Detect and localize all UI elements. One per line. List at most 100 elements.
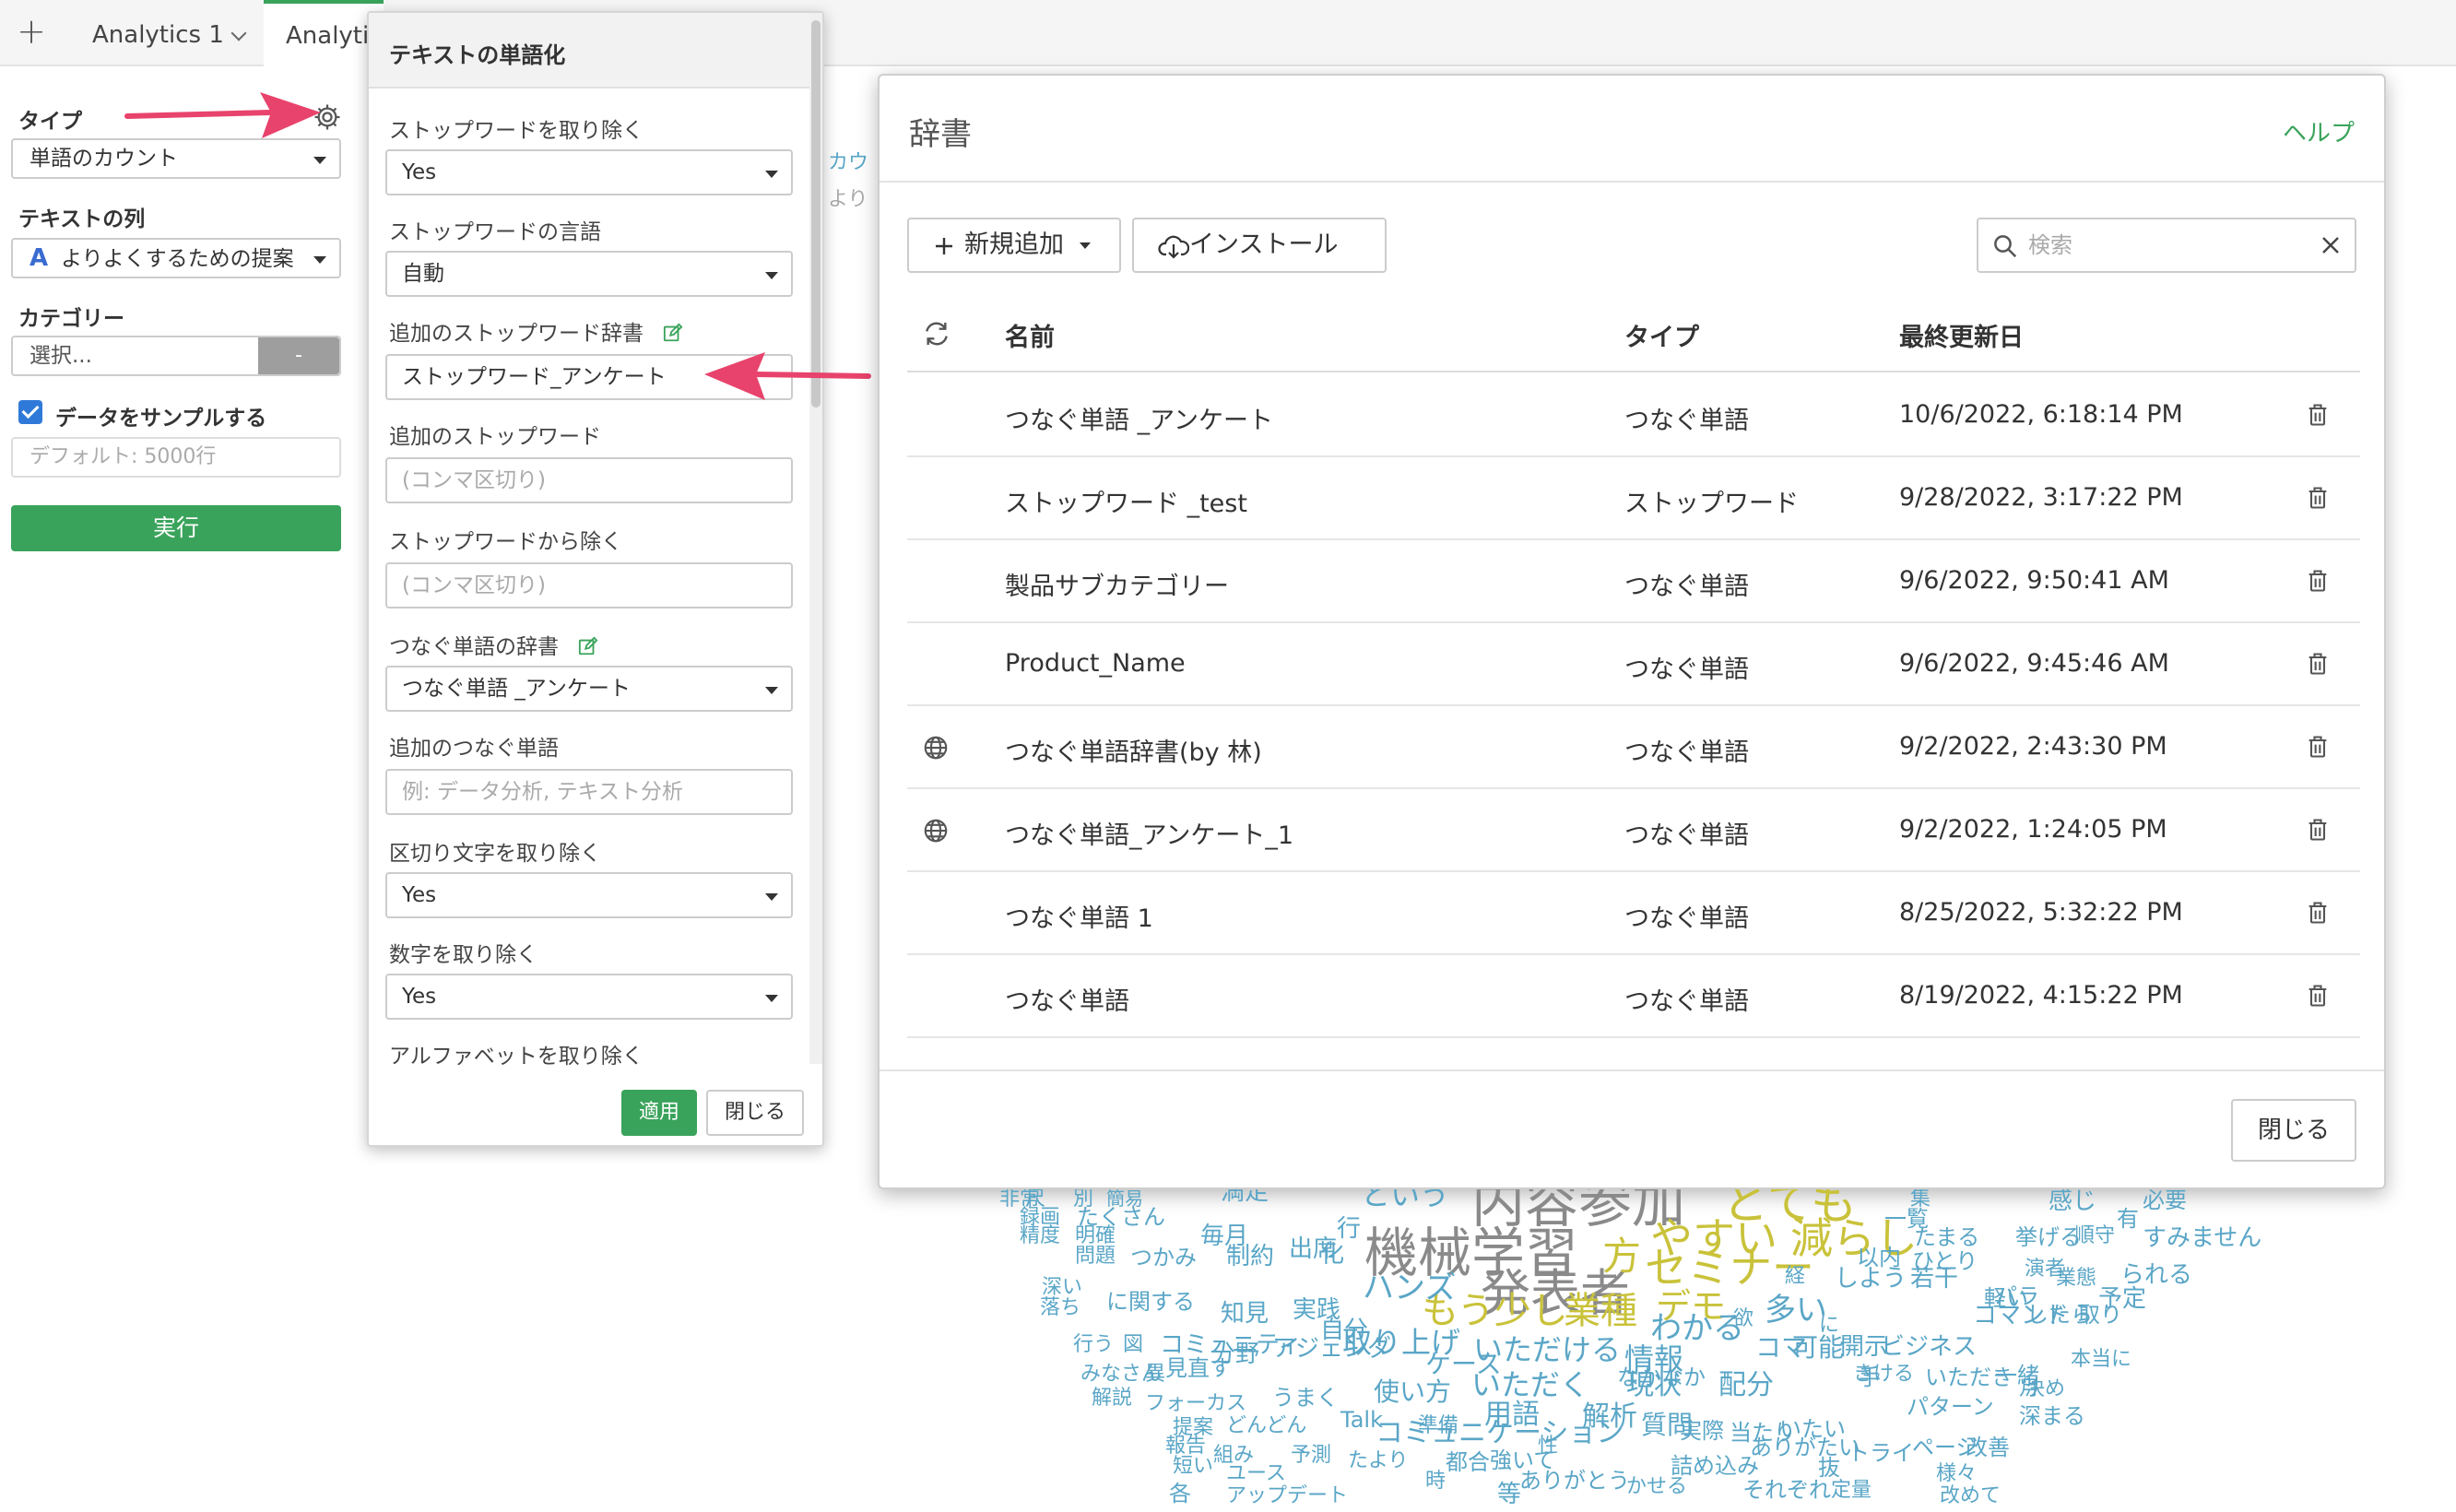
caret-down-icon <box>313 157 326 164</box>
word-cloud-word: ビジネス <box>1881 1333 1978 1361</box>
row-name[interactable]: つなぐ単語_アンケート_1 <box>1005 815 1293 851</box>
run-button[interactable]: 実行 <box>11 505 341 551</box>
trash-icon[interactable] <box>2305 566 2331 596</box>
pointer-arrow <box>124 92 321 138</box>
word-cloud-word: 経 <box>1785 1265 1806 1288</box>
word-cloud-word: 予定 <box>2098 1285 2147 1313</box>
table-row[interactable]: つなぐ単語 _アンケート つなぐ単語 10/6/2022, 6:18:14 PM <box>907 374 2360 457</box>
remove-stopwords-select[interactable]: Yes <box>385 149 793 195</box>
table-header: 名前 タイプ 最終更新日 <box>907 291 2360 372</box>
word-cloud-word: どんどん <box>1226 1414 1307 1437</box>
sample-size-input[interactable]: デフォルト: 5000行 <box>11 437 341 478</box>
word-cloud-word: パターン <box>1907 1394 1994 1420</box>
word-cloud-word: 解析 <box>1582 1400 1637 1433</box>
word-cloud-word: パラ <box>1995 1283 2039 1309</box>
select-value: Yes <box>402 160 437 184</box>
caret-down-icon <box>765 995 778 1002</box>
dictionary-modal: 辞書 ヘルプ 新規追加 インストール 検索 名前 タイプ 最終更新日 つなぐ単語… <box>878 74 2386 1189</box>
help-link[interactable]: ヘルプ <box>2283 114 2355 148</box>
globe-icon <box>924 819 948 843</box>
stopword-language-select[interactable]: 自動 <box>385 251 793 297</box>
trash-icon[interactable] <box>2305 400 2331 430</box>
row-name[interactable]: つなぐ単語辞書(by 林) <box>1005 732 1262 768</box>
word-cloud-word: 知見 <box>1221 1300 1269 1328</box>
field-label: 数字を取り除く <box>389 943 537 967</box>
row-name[interactable]: Product_Name <box>1005 649 1186 678</box>
sample-data-label: データをサンプルする <box>55 407 267 431</box>
trash-icon[interactable] <box>2305 483 2331 513</box>
table-row[interactable]: つなぐ単語辞書(by 林) つなぐ単語 9/2/2022, 2:43:30 PM <box>907 706 2360 789</box>
field-label: ストップワードを取り除く <box>389 119 644 143</box>
trash-icon[interactable] <box>2305 732 2331 762</box>
tab-analytics-1[interactable]: Analytics 1 <box>70 0 264 66</box>
table-row[interactable]: つなぐ単語_アンケート_1 つなぐ単語 9/2/2022, 1:24:05 PM <box>907 789 2360 872</box>
word-cloud-word: ケース <box>1425 1349 1502 1379</box>
trash-icon[interactable] <box>2305 981 2331 1010</box>
additional-compound-input[interactable]: 例: データ分析, テキスト分析 <box>385 769 793 815</box>
field-label: 追加のストップワード辞書 <box>389 315 683 347</box>
row-type: つなぐ単語 <box>1624 738 1749 767</box>
install-button[interactable]: インストール <box>1132 218 1387 273</box>
apply-button[interactable]: 適用 <box>621 1090 697 1136</box>
search-box[interactable]: 検索 <box>1977 218 2356 273</box>
trash-icon[interactable] <box>2305 815 2331 845</box>
word-cloud-word: 詰め込み <box>1671 1453 1759 1479</box>
word-cloud-word: 時 <box>1425 1470 1446 1493</box>
word-cloud-word: 制約 <box>1226 1243 1275 1270</box>
row-updated: 10/6/2022, 6:18:14 PM <box>1899 400 2183 429</box>
row-updated: 8/25/2022, 5:32:22 PM <box>1899 898 2183 927</box>
table-row[interactable]: つなぐ単語 つなぐ単語 8/19/2022, 4:15:22 PM <box>907 955 2360 1038</box>
globe-icon <box>924 736 948 760</box>
word-cloud-word: 感じ <box>2049 1189 2097 1215</box>
compound-dictionary-select[interactable]: つなぐ単語 _アンケート <box>385 666 793 712</box>
remove-punctuation-select[interactable]: Yes <box>385 872 793 918</box>
tab-analytics-2[interactable]: Analytic <box>264 0 384 68</box>
text-column-select[interactable]: A よりよくするための提案 <box>11 238 341 278</box>
sample-data-checkbox[interactable] <box>18 400 42 424</box>
close-button[interactable]: 閉じる <box>2231 1099 2356 1162</box>
exclude-stopwords-input[interactable]: (コンマ区切り) <box>385 562 793 608</box>
type-select[interactable]: 単語のカウント <box>11 138 341 179</box>
divider <box>880 181 2384 183</box>
word-cloud-word: 問題 <box>1075 1245 1116 1268</box>
row-name[interactable]: 製品サブカテゴリー <box>1005 566 1229 602</box>
category-remove-button[interactable]: - <box>258 337 339 374</box>
edit-icon[interactable] <box>578 636 598 656</box>
trash-icon[interactable] <box>2305 649 2331 679</box>
column-header-type[interactable]: タイプ <box>1624 317 1699 353</box>
additional-stopwords-input[interactable]: (コンマ区切り) <box>385 457 793 503</box>
search-input[interactable]: 検索 <box>2028 219 2305 271</box>
button-label: 新規追加 <box>964 230 1064 259</box>
close-icon[interactable] <box>2320 234 2342 256</box>
category-label: カテゴリー <box>18 307 124 331</box>
word-cloud-word: アップデート <box>1226 1484 1349 1507</box>
word-cloud-word: わかる <box>1650 1310 1744 1347</box>
word-cloud-word: 欲 <box>1733 1307 1754 1330</box>
scrollbar[interactable] <box>809 13 822 1064</box>
table-row[interactable]: Product_Name つなぐ単語 9/6/2022, 9:45:46 AM <box>907 623 2360 706</box>
row-name[interactable]: つなぐ単語 <box>1005 981 1129 1017</box>
column-header-name[interactable]: 名前 <box>1005 317 1055 353</box>
word-cloud-word: 実践 <box>1293 1296 1341 1324</box>
row-name[interactable]: つなぐ単語 _アンケート <box>1005 400 1273 436</box>
refresh-icon[interactable] <box>922 319 951 348</box>
column-header-updated[interactable]: 最終更新日 <box>1899 317 2024 353</box>
word-cloud: 内容参加 機械学習 発表者 とても やすい 減らし セミナー もう少し 業種 デモ方ハンズ 多い わか… <box>0 1189 2456 1512</box>
close-button[interactable]: 閉じる <box>706 1090 804 1136</box>
text-type-icon: A <box>30 244 49 272</box>
trash-icon[interactable] <box>2305 898 2331 927</box>
remove-numbers-select[interactable]: Yes <box>385 974 793 1020</box>
table-row[interactable]: つなぐ単語 1 つなぐ単語 8/25/2022, 5:32:22 PM <box>907 872 2360 955</box>
new-dictionary-button[interactable]: 新規追加 <box>907 218 1121 273</box>
row-type: つなぐ単語 <box>1624 407 1749 435</box>
table-row[interactable]: ストップワード _test ストップワード 9/28/2022, 3:17:22 P… <box>907 457 2360 540</box>
edit-icon[interactable] <box>663 323 683 343</box>
category-select[interactable]: 選択... - <box>11 336 341 376</box>
word-cloud-word: きける <box>1853 1363 1915 1386</box>
row-name[interactable]: ストップワード _test <box>1005 483 1247 519</box>
row-name[interactable]: つなぐ単語 1 <box>1005 898 1153 934</box>
word-cloud-word: 短い <box>1173 1455 1214 1478</box>
table-row[interactable]: 製品サブカテゴリー つなぐ単語 9/6/2022, 9:50:41 AM <box>907 540 2360 623</box>
add-tab-button[interactable]: + <box>13 13 50 50</box>
word-cloud-word: 明確 <box>1075 1224 1116 1247</box>
